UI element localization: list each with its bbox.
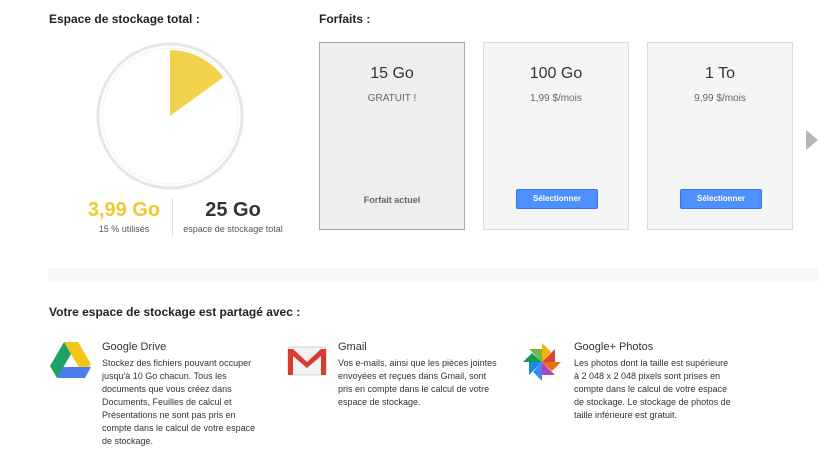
plans-title: Forfaits : — [319, 12, 371, 26]
service-description: Vos e-mails, ainsi que les pièces jointe… — [338, 358, 497, 407]
storage-pie-chart — [96, 42, 244, 190]
select-plan-button[interactable]: Sélectionner — [516, 189, 598, 209]
google-photos-icon — [520, 340, 562, 382]
next-plans-arrow-icon[interactable] — [806, 130, 818, 150]
google-drive-icon — [50, 340, 92, 382]
storage-divider — [172, 198, 173, 236]
section-divider — [48, 268, 818, 282]
used-storage-label: 15 % utilisés — [98, 224, 150, 234]
service-name: Google+ Photos — [574, 341, 654, 353]
plan-price: 1,99 $/mois — [530, 93, 582, 104]
plan-price: GRATUIT ! — [367, 93, 417, 104]
used-storage-value: 3,99 Go — [87, 199, 161, 221]
plan-size: 100 Go — [529, 65, 583, 82]
service-description: Les photos dont la taille est supérieure… — [574, 358, 731, 420]
gmail-icon — [287, 343, 329, 385]
service-description: Stockez des fichiers pouvant occuper jus… — [102, 358, 256, 446]
shared-title: Votre espace de stockage est partagé ave… — [49, 305, 301, 319]
plan-size: 15 Go — [370, 65, 414, 82]
plan-price: 9,99 $/mois — [694, 93, 746, 104]
plan-card-100go: 100 Go 1,99 $/mois Sélectionner — [483, 42, 629, 230]
total-storage-value: 25 Go — [205, 199, 261, 221]
plan-card-15go: 15 Go GRATUIT ! Forfait actuel — [319, 42, 465, 230]
plan-card-1to: 1 To 9,99 $/mois Sélectionner — [647, 42, 793, 230]
plan-size: 1 To — [705, 65, 735, 82]
service-name: Google Drive — [102, 341, 167, 353]
total-storage-label: espace de stockage total — [183, 224, 283, 234]
service-name: Gmail — [338, 341, 367, 353]
select-plan-button[interactable]: Sélectionner — [680, 189, 762, 209]
storage-title: Espace de stockage total : — [49, 12, 200, 26]
current-plan-label: Forfait actuel — [363, 195, 421, 205]
